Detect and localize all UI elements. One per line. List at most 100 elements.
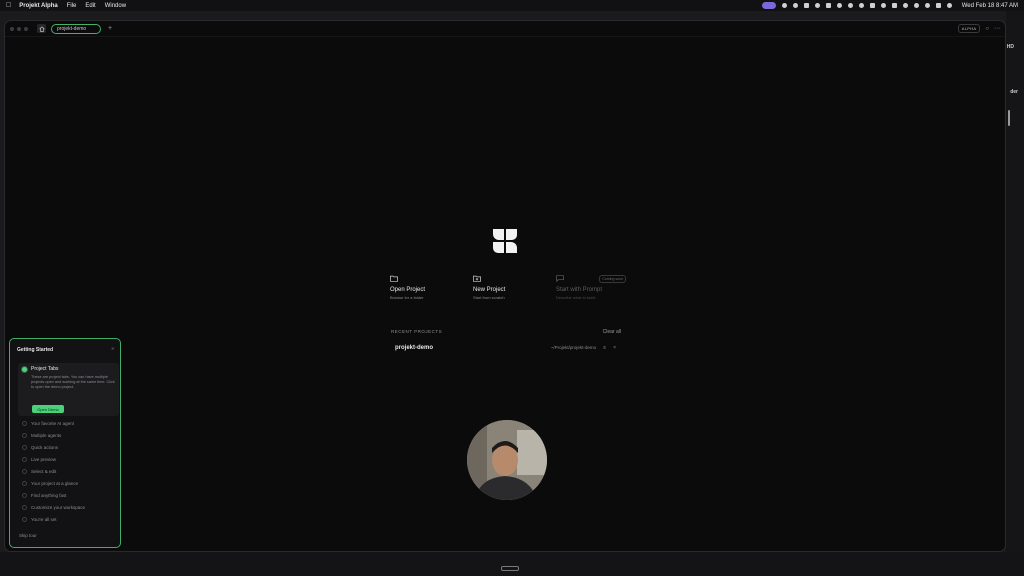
step-label: Your favorite AI agent — [31, 421, 74, 426]
folder-plus-icon — [473, 275, 542, 284]
step-item[interactable]: Live preview — [22, 457, 56, 462]
collapse-icon[interactable]: » — [111, 346, 114, 352]
step-title: Project Tabs — [31, 366, 59, 372]
step-label: Customize your workspace — [31, 505, 86, 510]
step-pending-icon — [22, 517, 27, 522]
clear-all-link[interactable]: Clear all — [603, 329, 621, 335]
step-active-icon — [22, 366, 27, 372]
webcam-overlay — [467, 420, 547, 500]
tab-projekt-demo[interactable]: projekt-demo — [51, 23, 101, 34]
bluetooth-icon[interactable] — [880, 3, 886, 8]
step-label: Quick actions — [31, 445, 59, 450]
step-pending-icon — [22, 433, 27, 438]
skip-tour-link[interactable]: Skip tour — [19, 533, 37, 538]
start-with-prompt-button[interactable]: Start with Prompt Describe what to build… — [552, 271, 629, 305]
title-bar: projekt-demo + ALPHA ○ ⋯ — [5, 21, 1005, 37]
step-pending-icon — [22, 421, 27, 426]
step-item[interactable]: Select & edit — [22, 469, 56, 474]
open-project-button[interactable]: Open Project Browse for a folder — [386, 271, 463, 305]
tray-app-icon[interactable] — [825, 3, 831, 8]
folder-icon — [390, 275, 459, 284]
launcher-actions: Open Project Browse for a folder New Pro… — [386, 271, 629, 305]
siri-icon[interactable] — [946, 3, 952, 8]
tray-app-icon[interactable] — [847, 3, 853, 8]
menubar-app-name[interactable]: Projekt Alpha — [19, 3, 57, 9]
tray-app-icon[interactable] — [858, 3, 864, 8]
coming-soon-badge: Coming soon — [599, 275, 626, 283]
tray-app-icon[interactable] — [814, 3, 820, 8]
new-tab-button[interactable]: + — [108, 25, 112, 32]
step-item[interactable]: Your project at a glance — [22, 481, 78, 486]
step-label: You're all set — [31, 517, 57, 522]
start-with-prompt-subtitle: Describe what to build — [556, 295, 596, 300]
step-description: These are project tabs. You can have mul… — [31, 375, 115, 389]
app-logo — [493, 229, 517, 253]
step-item[interactable]: Multiple agents — [22, 433, 61, 438]
new-project-subtitle: Start from scratch — [473, 295, 505, 300]
step-label: Select & edit — [31, 469, 57, 474]
close-window-button[interactable] — [10, 26, 14, 31]
step-pending-icon — [22, 481, 27, 486]
step-label: Multiple agents — [31, 433, 62, 438]
presenter-video — [467, 420, 547, 500]
menu-edit[interactable]: Edit — [85, 3, 95, 9]
tray-app-icon[interactable] — [836, 3, 842, 8]
background-scrollbar — [1008, 110, 1010, 126]
wifi-icon[interactable] — [902, 3, 908, 8]
step-label: Live preview — [31, 457, 57, 462]
step-pending-icon — [22, 505, 27, 510]
step-pending-icon — [22, 457, 27, 462]
titlebar-actions: ALPHA ○ ⋯ — [957, 24, 1000, 33]
recent-project-path: ~/Projekt/projekt-demo — [550, 345, 597, 350]
step-item[interactable]: Find anything fast — [22, 493, 67, 498]
control-center-icon[interactable] — [935, 3, 941, 8]
pin-icon[interactable]: ≡ — [603, 345, 606, 351]
getting-started-panel: Getting Started » Project Tabs These are… — [9, 338, 121, 548]
step-item[interactable]: Your favorite AI agent — [22, 421, 74, 426]
step-item[interactable]: You're all set — [22, 517, 56, 522]
battery-icon[interactable] — [891, 3, 897, 8]
dock-handle[interactable] — [501, 566, 519, 571]
step-label: Your project at a glance — [31, 481, 79, 486]
help-icon[interactable]: ○ — [985, 26, 989, 32]
status-tray: Wed Feb 18 8:47 AM — [761, 2, 1018, 9]
user-icon[interactable] — [924, 3, 930, 8]
menubar:  Projekt Alpha File Edit Window Wed Feb… — [0, 0, 1024, 11]
open-project-subtitle: Browse for a folder — [390, 295, 424, 300]
search-icon[interactable] — [913, 3, 919, 8]
menu-window[interactable]: Window — [105, 3, 126, 9]
recent-project-name: projekt-demo — [395, 344, 434, 351]
background-label: der — [1010, 89, 1018, 95]
open-demo-button[interactable]: Open Demo — [32, 405, 64, 413]
tray-app-icon[interactable] — [803, 3, 809, 8]
background-window — [1006, 11, 1024, 576]
home-button[interactable] — [37, 24, 46, 33]
tray-app-icon[interactable] — [781, 3, 787, 8]
alpha-badge[interactable]: ALPHA — [957, 24, 981, 33]
recent-projects-header: RECENT PROJECTS Clear all — [391, 329, 621, 335]
more-icon[interactable]: ⋯ — [994, 25, 1000, 32]
start-with-prompt-title: Start with Prompt — [556, 287, 603, 293]
step-pending-icon — [22, 445, 27, 450]
step-pending-icon — [22, 469, 27, 474]
recording-icon[interactable] — [761, 2, 776, 9]
home-icon — [38, 25, 45, 32]
step-item[interactable]: Customize your workspace — [22, 505, 85, 510]
recent-projects-heading: RECENT PROJECTS — [391, 329, 443, 334]
dock-area — [0, 552, 1024, 576]
step-item[interactable]: Quick actions — [22, 445, 58, 450]
apple-icon[interactable]:  — [6, 2, 11, 9]
step-label: Find anything fast — [31, 493, 67, 498]
new-project-button[interactable]: New Project Start from scratch — [469, 271, 546, 305]
tray-app-icon[interactable] — [792, 3, 798, 8]
remove-icon[interactable]: × — [613, 345, 616, 351]
recent-project-row[interactable]: projekt-demo ~/Projekt/projekt-demo ≡ × — [389, 340, 622, 355]
step-pending-icon — [22, 493, 27, 498]
new-project-title: New Project — [473, 287, 506, 293]
zoom-window-button[interactable] — [24, 26, 28, 31]
minimize-window-button[interactable] — [17, 26, 21, 31]
menubar-clock[interactable]: Wed Feb 18 8:47 AM — [962, 3, 1018, 9]
menu-file[interactable]: File — [67, 3, 77, 9]
step-project-tabs[interactable]: Project Tabs These are project tabs. You… — [18, 363, 119, 416]
volume-icon[interactable] — [869, 3, 875, 8]
